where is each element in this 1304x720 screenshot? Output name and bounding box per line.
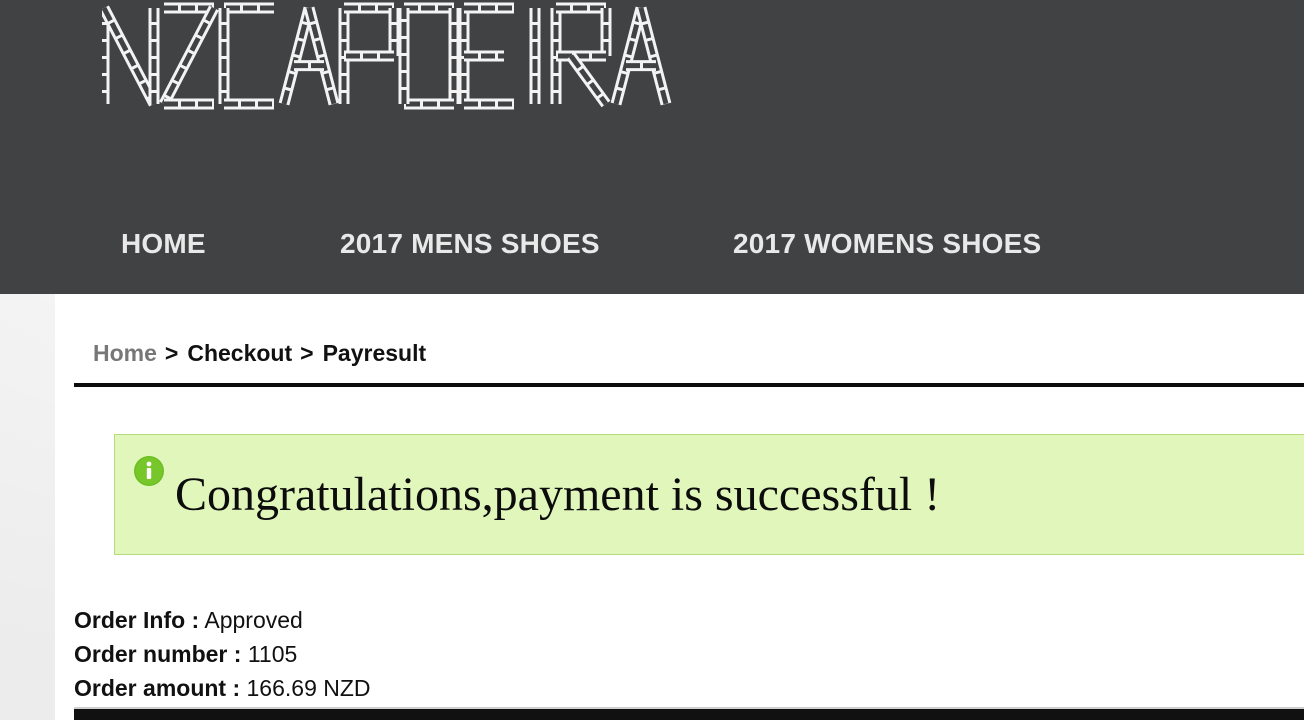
- order-amount-label: Order amount :: [74, 675, 241, 701]
- breadcrumb-payresult: Payresult: [322, 340, 427, 366]
- order-number-label: Order number :: [74, 641, 242, 667]
- nav-2017-womens-shoes[interactable]: 2017 WOMENS SHOES: [733, 226, 1041, 262]
- page: HOME 2017 MENS SHOES 2017 WOMENS SHOES H…: [0, 0, 1304, 720]
- logo-graphic: [102, 2, 672, 110]
- order-info-row: Order Info : Approved: [74, 603, 371, 637]
- order-number-row: Order number : 1105: [74, 637, 371, 671]
- nav-2017-mens-shoes[interactable]: 2017 MENS SHOES: [340, 226, 600, 262]
- breadcrumb-checkout[interactable]: Checkout: [187, 340, 292, 366]
- breadcrumb-divider: [74, 383, 1304, 387]
- breadcrumb-home[interactable]: Home: [93, 340, 157, 366]
- info-icon: [134, 456, 164, 486]
- success-notice: Congratulations,payment is successful !: [114, 434, 1304, 555]
- breadcrumb-separator: >: [300, 340, 314, 366]
- nav-home[interactable]: HOME: [121, 226, 206, 262]
- order-info-label: Order Info :: [74, 607, 200, 633]
- order-info-value: Approved: [204, 607, 303, 633]
- site-header: HOME 2017 MENS SHOES 2017 WOMENS SHOES: [0, 0, 1304, 294]
- footer-bar: [74, 707, 1304, 720]
- success-message: Congratulations,payment is successful !: [175, 468, 941, 521]
- breadcrumb: Home > Checkout > Payresult: [93, 338, 426, 368]
- main-content: Home > Checkout > Payresult Congratulations,…: [55, 294, 1304, 720]
- order-amount-row: Order amount : 166.69 NZD: [74, 671, 371, 705]
- order-details: Order Info : Approved Order number : 110…: [74, 603, 371, 705]
- site-logo[interactable]: [102, 0, 702, 110]
- order-number-value: 1105: [247, 641, 298, 667]
- main-nav: HOME 2017 MENS SHOES 2017 WOMENS SHOES: [0, 226, 1304, 266]
- breadcrumb-separator: >: [164, 340, 179, 366]
- order-amount-value: 166.69 NZD: [246, 675, 371, 701]
